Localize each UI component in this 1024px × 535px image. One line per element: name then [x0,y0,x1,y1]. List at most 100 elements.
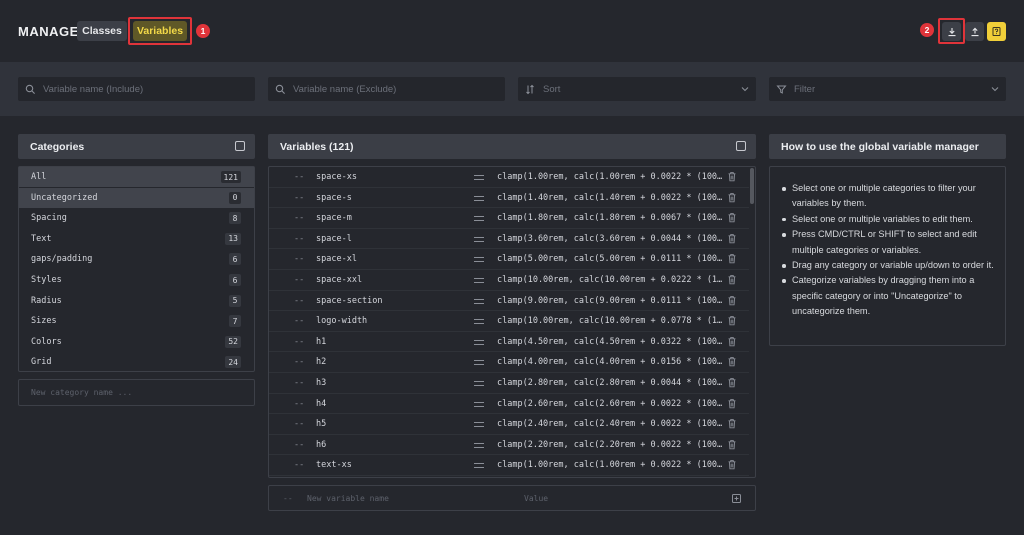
drag-handle-icon[interactable] [474,381,484,386]
variable-value[interactable]: clamp(2.80rem, calc(2.80rem + 0.0044 * (… [497,378,722,388]
category-item-styles[interactable]: Styles 6 [19,270,254,290]
variable-name[interactable]: space-section [316,296,383,306]
category-item-sizes[interactable]: Sizes 7 [19,311,254,331]
delete-variable-button[interactable] [727,295,737,309]
variable-list-scrollbar[interactable] [750,168,754,204]
drag-handle-icon[interactable] [474,442,484,448]
variable-row[interactable]: -- h1 clamp(4.50rem, calc(4.50rem + 0.0322… [269,332,749,353]
drag-handle-icon[interactable] [474,463,484,469]
variable-name[interactable]: h3 [316,378,326,388]
variable-value[interactable]: clamp(10.00rem, calc(10.00rem + 0.0222 *… [497,275,722,285]
drag-handle-icon[interactable] [474,175,484,180]
category-item-all[interactable]: All 121 [19,167,254,187]
variables-select-all-checkbox[interactable] [736,141,746,151]
delete-variable-button[interactable] [727,418,737,432]
variable-row[interactable]: -- space-xs clamp(1.00rem, calc(1.00rem + … [269,167,749,188]
delete-variable-button[interactable] [727,212,737,226]
variable-row[interactable]: -- h4 clamp(2.60rem, calc(2.60rem + 0.0022… [269,394,749,415]
delete-variable-button[interactable] [727,398,737,412]
category-item-colors[interactable]: Colors 52 [19,332,254,352]
category-item-grid[interactable]: Grid 24 [19,352,254,372]
variable-value[interactable]: clamp(2.40rem, calc(2.40rem + 0.0022 * (… [497,419,722,429]
upload-button[interactable] [965,22,984,41]
variable-row[interactable]: -- space-section clamp(9.00rem, calc(9.00r… [269,291,749,312]
variable-row[interactable]: -- space-s clamp(1.40rem, calc(1.40rem + 0… [269,188,749,209]
drag-handle-icon[interactable] [474,298,484,304]
drag-handle-icon[interactable] [474,319,484,325]
variable-value[interactable]: clamp(2.20rem, calc(2.20rem + 0.0022 * (… [497,440,722,450]
exclude-search-input[interactable]: Variable name (Exclude) [268,77,505,101]
variable-name[interactable]: space-xl [316,254,357,264]
variable-row[interactable]: -- h5 clamp(2.40rem, calc(2.40rem + 0.0022… [269,414,749,435]
include-search-input[interactable]: Variable name (Include) [18,77,255,101]
delete-variable-button[interactable] [727,192,737,206]
variable-row[interactable]: -- space-m clamp(1.80rem, calc(1.80rem + 0… [269,208,749,229]
help-button[interactable] [987,22,1006,41]
new-variable-value-input[interactable]: Value [524,494,548,503]
variable-name[interactable]: logo-width [316,316,367,326]
delete-variable-button[interactable] [727,233,737,247]
category-item-radius[interactable]: Radius 5 [19,291,254,311]
new-variable-name-input[interactable]: New variable name [307,494,389,503]
variable-name[interactable]: space-m [316,213,352,223]
variable-value[interactable]: clamp(4.50rem, calc(4.50rem + 0.0322 * (… [497,337,722,347]
variable-value[interactable]: clamp(1.40rem, calc(1.40rem + 0.0022 * (… [497,193,722,203]
variable-name[interactable]: h6 [316,440,326,450]
variable-value[interactable]: clamp(1.80rem, calc(1.80rem + 0.0067 * (… [497,213,722,223]
category-item-gaps-padding[interactable]: gaps/padding 6 [19,249,254,269]
variable-name[interactable]: space-s [316,193,352,203]
variable-name[interactable]: h4 [316,399,326,409]
filter-select[interactable]: Filter [769,77,1006,101]
delete-variable-button[interactable] [727,315,737,329]
variable-value[interactable]: clamp(5.00rem, calc(5.00rem + 0.0111 * (… [497,254,722,264]
variable-name[interactable]: text-xs [316,460,352,470]
variable-value[interactable]: clamp(1.00rem, calc(1.00rem + 0.0022 * (… [497,460,722,470]
add-variable-button[interactable] [731,493,742,506]
drag-handle-icon[interactable] [474,360,484,366]
variable-name[interactable]: space-l [316,234,352,244]
drag-handle-icon[interactable] [474,339,484,345]
variable-row[interactable]: -- space-xl clamp(5.00rem, calc(5.00rem + … [269,249,749,270]
delete-variable-button[interactable] [727,356,737,370]
variable-name[interactable]: h5 [316,419,326,429]
delete-variable-button[interactable] [727,336,737,350]
drag-handle-icon[interactable] [474,422,484,428]
sort-select[interactable]: Sort [518,77,756,101]
variable-value[interactable]: clamp(4.00rem, calc(4.00rem + 0.0156 * (… [497,357,722,367]
categories-select-all-checkbox[interactable] [235,141,245,151]
drag-handle-icon[interactable] [474,216,484,222]
variable-value[interactable]: clamp(1.00rem, calc(1.00rem + 0.0022 * (… [497,172,722,182]
delete-variable-button[interactable] [727,274,737,288]
delete-variable-button[interactable] [727,253,737,267]
new-category-input[interactable]: New category name ... [18,379,255,406]
variable-value[interactable]: clamp(3.60rem, calc(3.60rem + 0.0044 * (… [497,234,722,244]
variable-row[interactable]: -- text-xs clamp(1.00rem, calc(1.00rem + 0… [269,455,749,476]
variable-value[interactable]: clamp(10.00rem, calc(10.00rem + 0.0778 *… [497,316,722,326]
drag-handle-icon[interactable] [474,195,484,201]
tab-classes[interactable]: Classes [77,21,127,41]
drag-handle-icon[interactable] [474,257,484,263]
variable-name[interactable]: space-xxl [316,275,362,285]
variable-value[interactable]: clamp(2.60rem, calc(2.60rem + 0.0022 * (… [497,399,722,409]
variable-value[interactable]: clamp(9.00rem, calc(9.00rem + 0.0111 * (… [497,296,722,306]
variable-name[interactable]: h2 [316,357,326,367]
variable-row[interactable]: -- h3 clamp(2.80rem, calc(2.80rem + 0.0044… [269,373,749,394]
drag-handle-icon[interactable] [474,401,484,407]
variable-row[interactable]: -- space-xxl clamp(10.00rem, calc(10.00rem… [269,270,749,291]
variable-row[interactable]: -- space-l clamp(3.60rem, calc(3.60rem + 0… [269,229,749,250]
drag-handle-icon[interactable] [474,236,484,242]
variable-name[interactable]: space-xs [316,172,357,182]
delete-variable-button[interactable] [727,377,737,391]
drag-handle-icon[interactable] [474,278,484,283]
trash-icon [728,357,736,367]
category-item-spacing[interactable]: Spacing 8 [19,208,254,228]
category-item-text[interactable]: Text 13 [19,229,254,249]
variable-row[interactable]: -- h6 clamp(2.20rem, calc(2.20rem + 0.0022… [269,435,749,456]
delete-variable-button[interactable] [727,459,737,473]
variable-row[interactable]: -- logo-width clamp(10.00rem, calc(10.00re… [269,311,749,332]
delete-variable-button[interactable] [727,439,737,453]
delete-variable-button[interactable] [727,171,737,185]
variable-name[interactable]: h1 [316,337,326,347]
variable-row[interactable]: -- h2 clamp(4.00rem, calc(4.00rem + 0.0156… [269,352,749,373]
category-item-uncategorized[interactable]: Uncategorized 0 [19,187,254,208]
